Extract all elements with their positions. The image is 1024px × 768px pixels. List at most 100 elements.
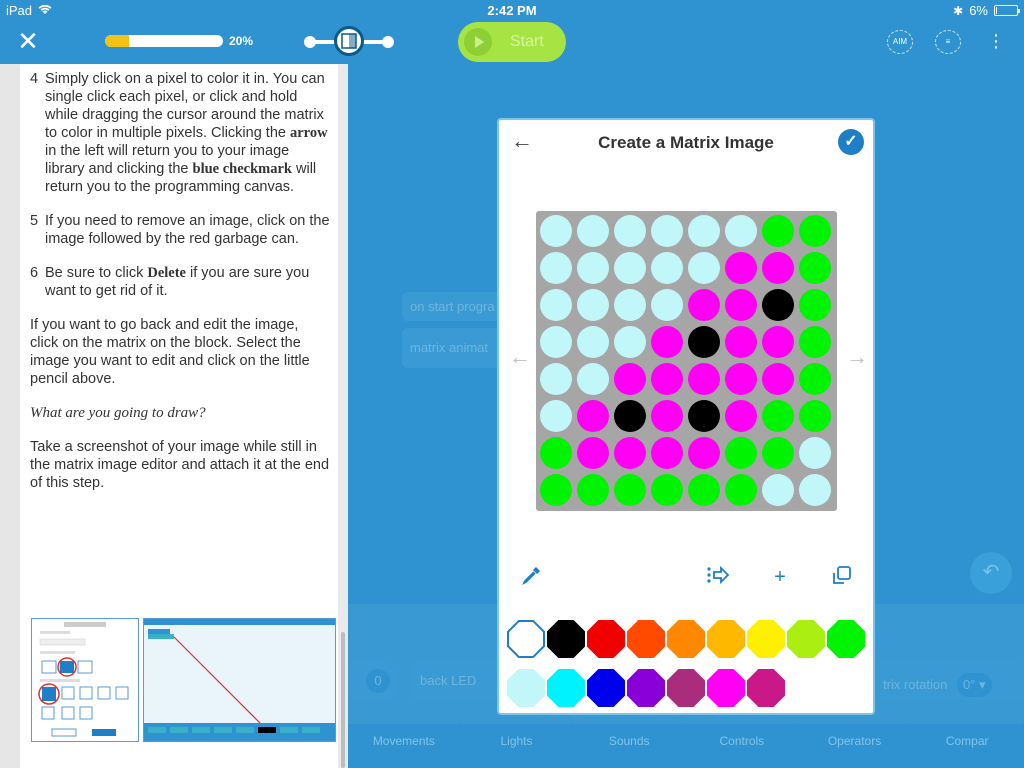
- matrix-pixel[interactable]: [688, 289, 720, 321]
- matrix-pixel[interactable]: [540, 252, 572, 284]
- category-tab[interactable]: Operators: [799, 722, 912, 768]
- instructions-pane[interactable]: 4 Simply click on a pixel to color it in.…: [10, 64, 338, 768]
- color-swatch[interactable]: [747, 669, 785, 707]
- matrix-pixel[interactable]: [688, 252, 720, 284]
- import-button[interactable]: [705, 564, 731, 590]
- color-swatch[interactable]: [627, 620, 665, 658]
- matrix-pixel[interactable]: [614, 215, 646, 247]
- close-button[interactable]: ✕: [16, 28, 40, 54]
- color-swatch[interactable]: [787, 620, 825, 658]
- rotate-button[interactable]: [829, 564, 855, 590]
- matrix-pixel[interactable]: [614, 289, 646, 321]
- matrix-pixel[interactable]: [540, 400, 572, 432]
- matrix-pixel[interactable]: [688, 437, 720, 469]
- matrix-pixel[interactable]: [614, 326, 646, 358]
- block-back-led[interactable]: back LED: [412, 662, 500, 700]
- matrix-pixel[interactable]: [762, 474, 794, 506]
- undo-button[interactable]: ↶: [970, 552, 1012, 594]
- matrix-pixel[interactable]: [577, 400, 609, 432]
- matrix-pixel[interactable]: [725, 400, 757, 432]
- color-swatch[interactable]: [827, 620, 865, 658]
- eyedropper-button[interactable]: [519, 564, 545, 590]
- matrix-pixel[interactable]: [725, 289, 757, 321]
- matrix-pixel[interactable]: [540, 326, 572, 358]
- scrollbar-thumb[interactable]: [341, 632, 345, 768]
- matrix-pixel[interactable]: [540, 474, 572, 506]
- category-tab[interactable]: Compar: [911, 722, 1024, 768]
- matrix-pixel[interactable]: [762, 252, 794, 284]
- matrix-pixel[interactable]: [799, 252, 831, 284]
- matrix-pixel[interactable]: [577, 289, 609, 321]
- matrix-pixel[interactable]: [688, 215, 720, 247]
- matrix-pixel[interactable]: [651, 400, 683, 432]
- device-connect-icon[interactable]: ≡: [935, 30, 961, 54]
- more-menu-icon[interactable]: · · ·: [988, 25, 1004, 57]
- matrix-pixel[interactable]: [577, 474, 609, 506]
- add-button[interactable]: +: [767, 564, 793, 590]
- color-swatch[interactable]: [707, 669, 745, 707]
- matrix-pixel[interactable]: [725, 437, 757, 469]
- matrix-pixel[interactable]: [614, 252, 646, 284]
- matrix-pixel[interactable]: [762, 215, 794, 247]
- matrix-pixel[interactable]: [688, 326, 720, 358]
- matrix-pixel[interactable]: [540, 289, 572, 321]
- block-matrix-rotation[interactable]: trix rotation 0° ▾: [875, 662, 1024, 700]
- block-fragment-left[interactable]: 0: [344, 662, 394, 700]
- color-swatch[interactable]: [587, 669, 625, 707]
- pixel-matrix[interactable]: [536, 211, 837, 511]
- start-button[interactable]: Start: [458, 22, 566, 62]
- matrix-pixel[interactable]: [799, 326, 831, 358]
- matrix-pixel[interactable]: [762, 400, 794, 432]
- matrix-pixel[interactable]: [540, 215, 572, 247]
- matrix-pixel[interactable]: [614, 400, 646, 432]
- color-swatch[interactable]: [747, 620, 785, 658]
- block-on-start[interactable]: on start progra: [402, 292, 512, 321]
- color-swatch[interactable]: [507, 669, 545, 707]
- matrix-pixel[interactable]: [577, 215, 609, 247]
- aim-icon[interactable]: AIM: [887, 30, 913, 54]
- matrix-pixel[interactable]: [577, 437, 609, 469]
- color-swatch[interactable]: [547, 620, 585, 658]
- color-swatch[interactable]: [707, 620, 745, 658]
- matrix-pixel[interactable]: [614, 474, 646, 506]
- view-slider[interactable]: [304, 26, 394, 56]
- color-swatch[interactable]: [667, 669, 705, 707]
- matrix-pixel[interactable]: [725, 474, 757, 506]
- next-image-arrow[interactable]: →: [846, 344, 868, 370]
- matrix-pixel[interactable]: [762, 437, 794, 469]
- matrix-pixel[interactable]: [762, 326, 794, 358]
- slider-knob[interactable]: [334, 26, 364, 56]
- color-swatch[interactable]: [507, 620, 545, 658]
- matrix-pixel[interactable]: [799, 437, 831, 469]
- matrix-pixel[interactable]: [577, 363, 609, 395]
- color-swatch[interactable]: [667, 620, 705, 658]
- matrix-pixel[interactable]: [799, 363, 831, 395]
- matrix-pixel[interactable]: [540, 437, 572, 469]
- matrix-pixel[interactable]: [762, 363, 794, 395]
- matrix-pixel[interactable]: [799, 400, 831, 432]
- category-tab[interactable]: Sounds: [573, 722, 687, 768]
- color-swatch[interactable]: [587, 620, 625, 658]
- matrix-pixel[interactable]: [651, 289, 683, 321]
- matrix-pixel[interactable]: [651, 363, 683, 395]
- matrix-pixel[interactable]: [614, 363, 646, 395]
- matrix-pixel[interactable]: [799, 474, 831, 506]
- category-tab[interactable]: Movements: [348, 722, 461, 768]
- matrix-pixel[interactable]: [799, 215, 831, 247]
- matrix-pixel[interactable]: [688, 400, 720, 432]
- matrix-pixel[interactable]: [577, 326, 609, 358]
- rotation-dropdown[interactable]: 0° ▾: [956, 673, 992, 697]
- matrix-pixel[interactable]: [725, 326, 757, 358]
- matrix-pixel[interactable]: [651, 326, 683, 358]
- matrix-pixel[interactable]: [651, 437, 683, 469]
- matrix-pixel[interactable]: [725, 363, 757, 395]
- matrix-pixel[interactable]: [725, 252, 757, 284]
- matrix-pixel[interactable]: [799, 289, 831, 321]
- tutorial-thumbnail-create-program[interactable]: [31, 618, 139, 742]
- matrix-pixel[interactable]: [614, 437, 646, 469]
- matrix-pixel[interactable]: [577, 252, 609, 284]
- matrix-pixel[interactable]: [688, 363, 720, 395]
- matrix-pixel[interactable]: [651, 252, 683, 284]
- color-swatch[interactable]: [627, 669, 665, 707]
- confirm-button[interactable]: ✓: [838, 129, 864, 155]
